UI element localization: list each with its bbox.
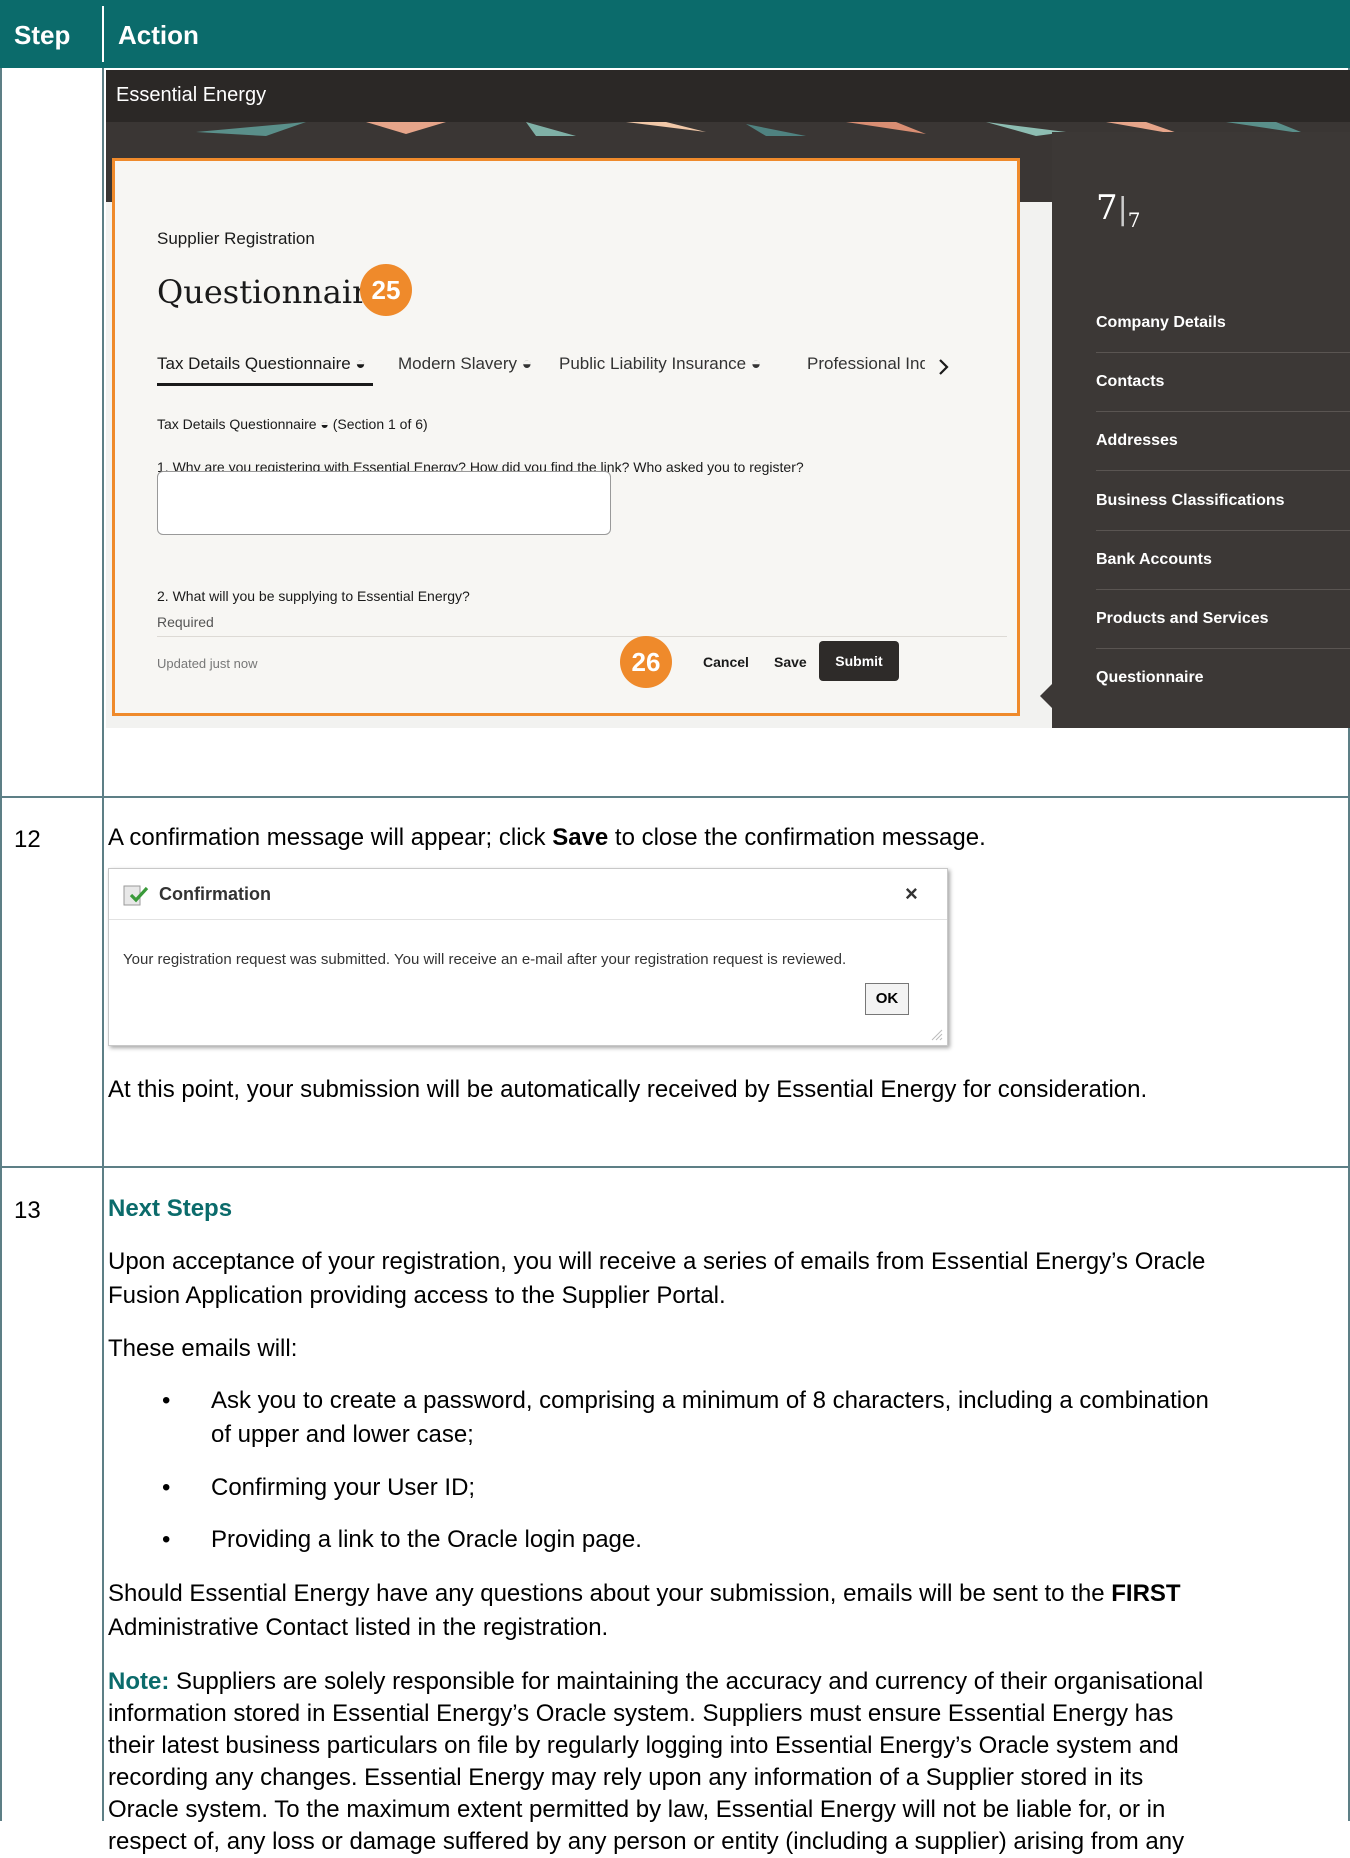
questionnaire-card: Supplier Registration Questionnaire 25 T… [112,158,1020,716]
note-line-3: their latest business particulars on fil… [108,1732,1179,1759]
progress-current: 7 [1096,188,1118,228]
note-line-2: information stored in Essential Energy’s… [108,1700,1174,1727]
sidebar-divider [1096,589,1350,590]
steps-table: Step Action Essential Energy Supplier Re… [0,0,1350,1855]
bullet-1-line-2: of upper and lower case; [211,1421,474,1448]
sidebar-item-contacts[interactable]: Contacts [1096,373,1164,391]
step-number-13: 13 [14,1197,41,1224]
step-12-after-text: At this point, your submission will be a… [108,1076,1148,1103]
question-2: 2. What will you be supplying to Essenti… [157,588,470,604]
supplier-registration-label: Supplier Registration [157,229,315,248]
progress-total: 7 [1127,207,1141,232]
sidebar-item-questionnaire[interactable]: Questionnaire [1096,669,1204,687]
active-pointer-icon [1040,682,1054,710]
resize-grip-icon[interactable] [931,1029,943,1041]
header-divider [102,6,104,62]
step-13-para-3-bold: FIRST [1111,1580,1181,1607]
dialog-title: Confirmation [159,884,271,904]
footer-separator [157,636,1007,637]
note-text-1: Suppliers are solely responsible for mai… [169,1668,1204,1695]
save-button[interactable]: Save [774,654,807,670]
app-top-bar: Essential Energy [106,70,1350,122]
bullet-icon: • [162,1474,171,1501]
close-icon[interactable]: × [905,881,918,907]
step-13-para-1-line-1: Upon acceptance of your registration, yo… [108,1248,1206,1275]
table-border-left [0,68,2,1821]
chevron-right-icon[interactable] [937,357,951,377]
step-13-para-2: These emails will: [108,1335,298,1362]
tab-public-liability[interactable]: Public Liability Insurance ◒ [559,354,761,374]
bullet-2: Confirming your User ID; [211,1474,476,1501]
step-13-para-3-text: Should Essential Energy have any questio… [108,1580,1112,1607]
tab-professional-indemnity-wrapper: Professional Indemnity [807,349,925,379]
dialog-message: Your registration request was submitted.… [123,951,847,968]
step-13-para-3-line-1: Should Essential Energy have any questio… [108,1578,1181,1610]
confirmation-dialog: Confirmation × Your registration request… [108,868,948,1046]
callout-badge-25: 25 [360,264,412,316]
header-step: Step [14,20,71,50]
table-column-divider [102,68,104,1821]
header-action: Action [118,20,199,50]
step-number-12: 12 [14,826,41,853]
row-divider-1 [0,796,1350,798]
row-divider-2 [0,1166,1350,1168]
sidebar-item-bank-accounts[interactable]: Bank Accounts [1096,551,1212,569]
step-13-para-3-line-2: Administrative Contact listed in the reg… [108,1614,609,1641]
ok-button[interactable]: OK [865,983,909,1015]
sidebar-divider [1096,352,1350,353]
section-label: Tax Details Questionnaire ◒ (Section 1 o… [157,416,428,432]
app-title: Essential Energy [116,84,267,106]
progress-indicator: 7|7 [1096,188,1141,232]
sidebar-item-addresses[interactable]: Addresses [1096,432,1178,450]
bullet-icon: • [162,1387,171,1414]
table-header: Step Action [0,0,1350,68]
submit-button[interactable]: Submit [819,641,899,681]
sidebar-divider [1096,648,1350,649]
sidebar-item-company-details[interactable]: Company Details [1096,314,1226,332]
active-tab-indicator [157,383,373,386]
note-line-4: recording any changes. Essential Energy … [108,1764,1144,1791]
dialog-header: Confirmation × [109,869,947,920]
step-12-text: A confirmation message will appear; clic… [108,822,986,854]
question-1-textarea[interactable] [157,471,611,535]
note-line-6: respect of, any loss or damage suffered … [108,1828,1185,1855]
step-12-text-pre: A confirmation message will appear; clic… [108,824,553,851]
bullet-3: Providing a link to the Oracle login pag… [211,1526,642,1553]
sidebar-divider [1096,411,1350,412]
tab-professional-indemnity[interactable]: Professional Indemnity [807,354,925,374]
updated-status: Updated just now [157,656,258,671]
callout-badge-26: 26 [620,636,672,688]
bullet-icon: • [162,1526,171,1553]
confirmation-icon [123,885,149,906]
registration-screenshot: Essential Energy Supplier Registration Q… [106,70,1350,728]
tab-tax-details[interactable]: Tax Details Questionnaire ◒ [157,354,366,374]
sidebar-divider [1096,530,1350,531]
bullet-1-line-1: Ask you to create a password, comprising… [211,1387,1209,1414]
question-2-required: Required [157,614,214,630]
page-title: Questionnaire [157,273,387,311]
note-line-1: Note: Suppliers are solely responsible f… [108,1666,1203,1698]
step-12-text-post: to close the confirmation message. [608,824,986,851]
registration-sidebar: 7|7 Company Details Contacts Addresses B… [1040,132,1350,728]
tab-modern-slavery[interactable]: Modern Slavery ◒ [398,354,532,374]
step-12-text-bold: Save [552,824,609,851]
note-label: Note: [108,1668,170,1695]
sidebar-item-business-classifications[interactable]: Business Classifications [1096,492,1285,510]
sidebar-divider [1096,470,1350,471]
cancel-button[interactable]: Cancel [703,654,749,670]
step-13-para-1-line-2: Fusion Application providing access to t… [108,1282,726,1309]
sidebar-item-products-services[interactable]: Products and Services [1096,610,1269,628]
next-steps-heading: Next Steps [108,1195,233,1222]
note-line-5: Oracle system. To the maximum extent per… [108,1796,1166,1823]
